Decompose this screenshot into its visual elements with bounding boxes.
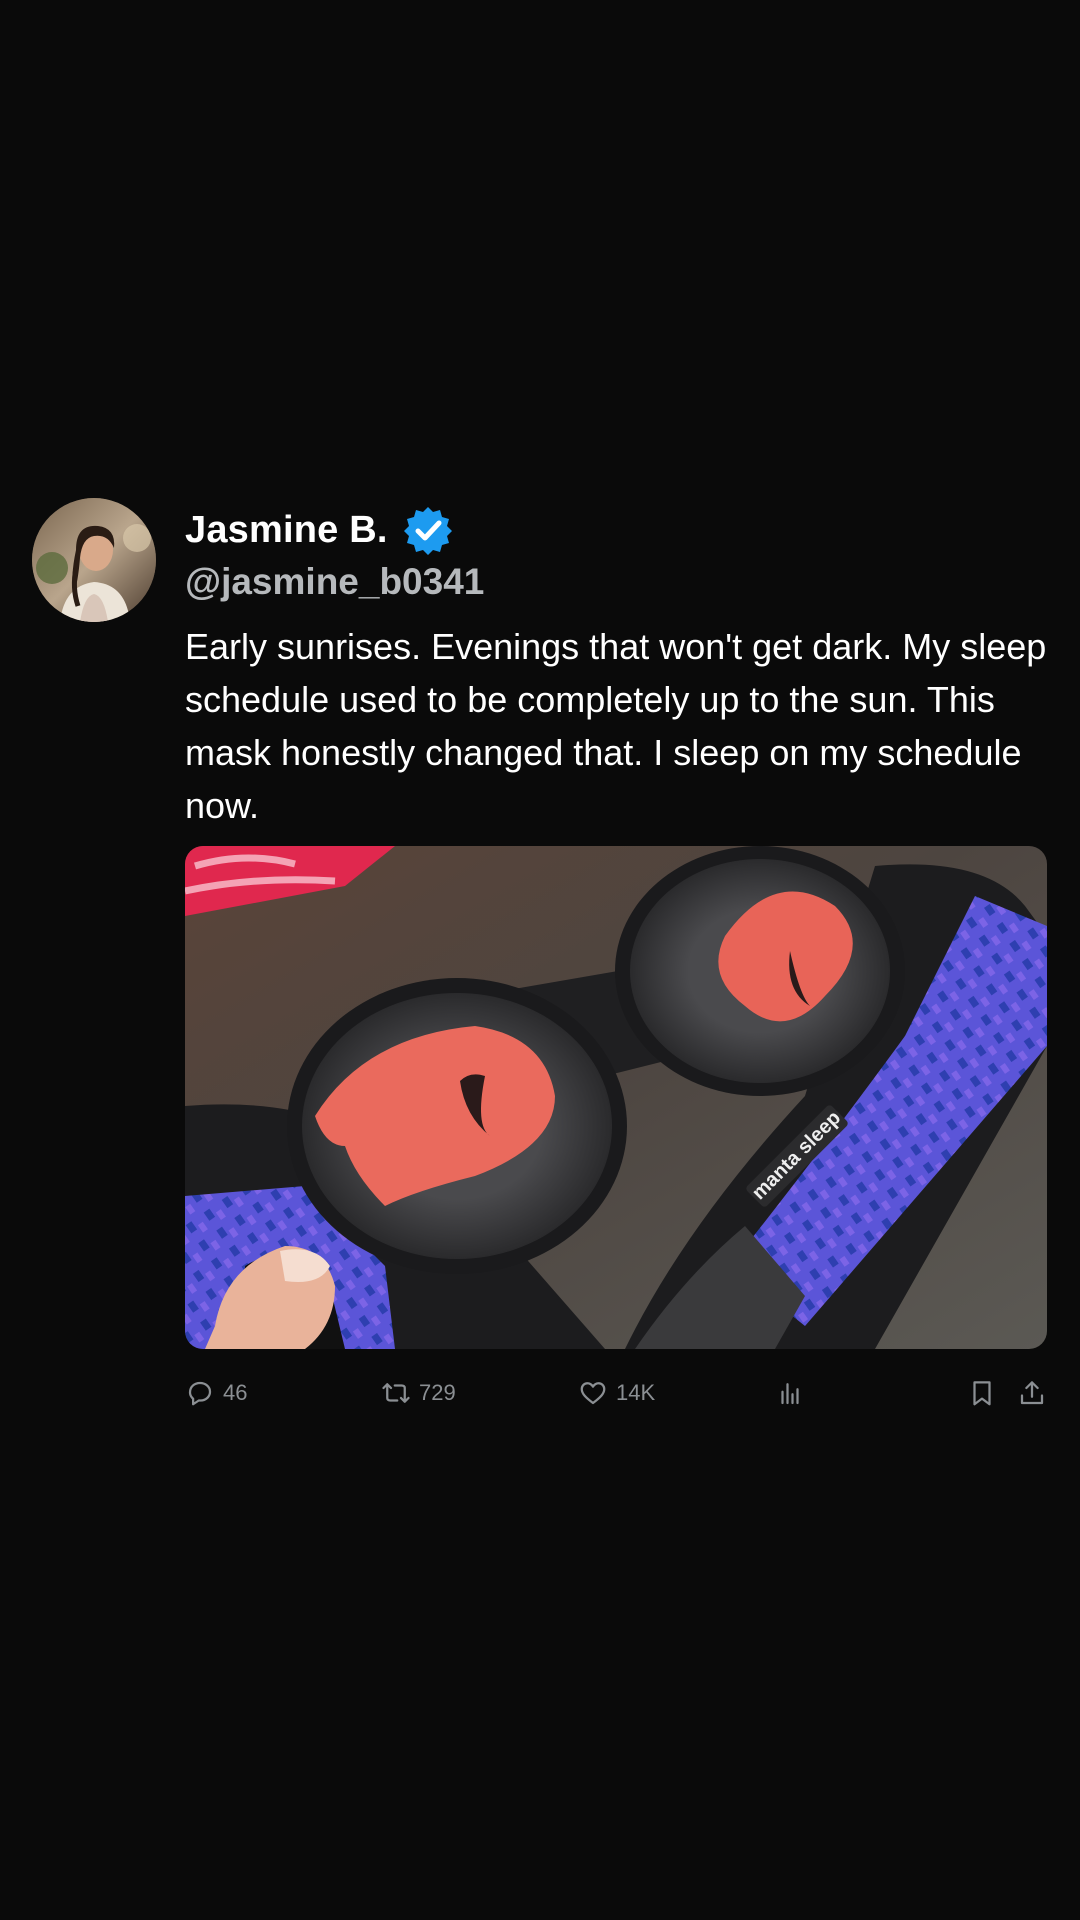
tweet-media-image[interactable]: manta sleep: [185, 846, 1047, 1349]
tweet-text: Early sunrises. Evenings that won't get …: [185, 626, 1057, 826]
verified-badge-icon: [402, 504, 454, 556]
reply-count: 46: [223, 1380, 248, 1405]
tweet-content: Jasmine B. @jasmine_b0341 Early sunrises…: [185, 496, 1047, 1413]
avatar-photo: [32, 498, 156, 622]
repost-icon: [381, 1378, 411, 1408]
repost-count: 729: [419, 1380, 456, 1405]
avatar[interactable]: [32, 498, 156, 622]
reply-icon: [185, 1378, 215, 1408]
bookmark-icon: [967, 1378, 997, 1408]
bookmark-button[interactable]: [967, 1373, 997, 1413]
reply-button[interactable]: 46: [185, 1373, 247, 1413]
views-chart-icon: [775, 1378, 805, 1408]
author-row: Jasmine B.: [185, 500, 1047, 560]
like-button[interactable]: 14K: [578, 1373, 655, 1413]
repost-button[interactable]: 729: [381, 1373, 456, 1413]
action-bar: 46 729 14K: [185, 1373, 1047, 1413]
heart-icon: [578, 1378, 608, 1408]
share-button[interactable]: [1017, 1373, 1047, 1413]
like-count: 14K: [616, 1380, 656, 1405]
author-name[interactable]: Jasmine B.: [185, 509, 388, 552]
author-handle[interactable]: @jasmine_b0341: [185, 556, 1047, 608]
share-icon: [1017, 1378, 1047, 1408]
views-button[interactable]: [775, 1373, 805, 1413]
